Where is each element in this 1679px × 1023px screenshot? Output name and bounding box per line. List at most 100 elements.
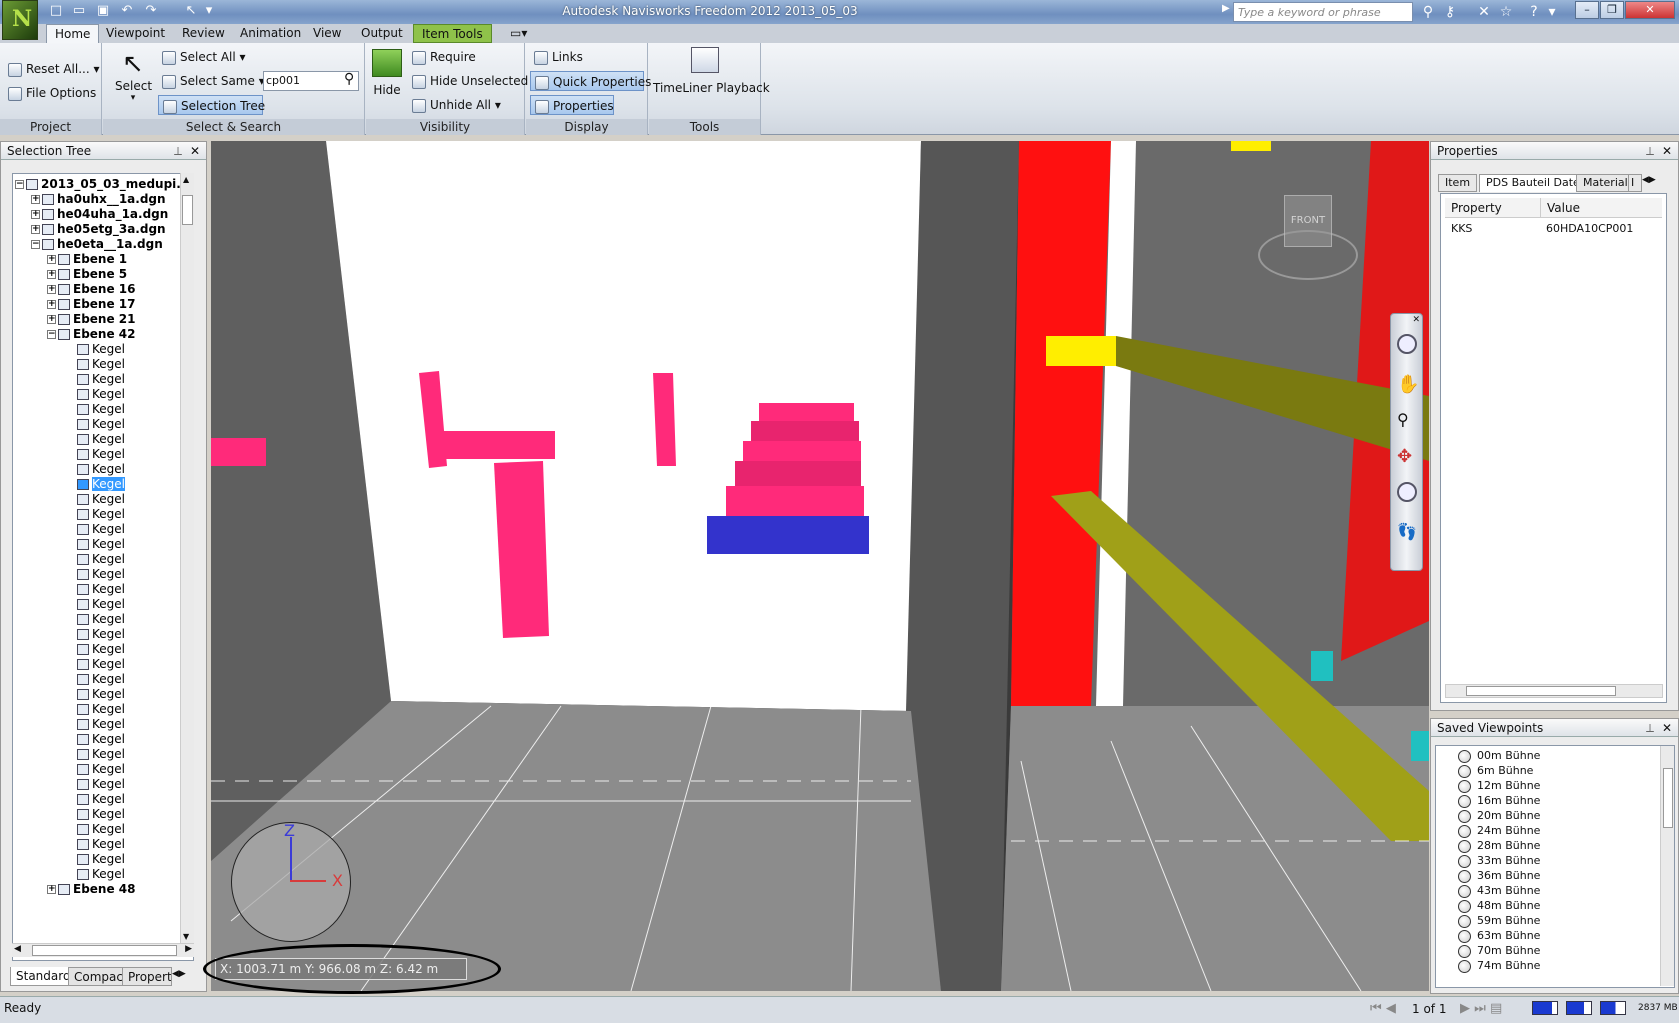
minimize-button[interactable]: –	[1575, 1, 1599, 19]
pin-icon[interactable]: ⟂	[1646, 719, 1654, 737]
expand-icon[interactable]: +	[47, 885, 56, 894]
tab-animation[interactable]: Animation	[232, 24, 309, 43]
tree-node-item[interactable]: Kegel	[77, 431, 125, 447]
tree-node-item[interactable]: Kegel	[77, 596, 125, 612]
tree-horizontal-scrollbar[interactable]: ◀ ▶	[12, 943, 194, 957]
tree-node-item[interactable]: Kegel	[77, 836, 125, 852]
hide-unselected-button[interactable]: Hide Unselected	[408, 71, 528, 91]
tree-node-item[interactable]: Kegel	[77, 491, 125, 507]
tree-node-item[interactable]: Kegel	[77, 671, 125, 687]
tree-node-item[interactable]: Kegel	[77, 401, 125, 417]
select-all-button[interactable]: Select All ▾	[158, 47, 246, 67]
tree-node-file[interactable]: + he05etg_3a.dgn	[31, 221, 166, 237]
tab-review[interactable]: Review	[174, 24, 233, 43]
tree-node-layer[interactable]: + Ebene 21	[47, 311, 135, 327]
tree-node-item[interactable]: Kegel	[77, 821, 125, 837]
hscroll-thumb[interactable]	[32, 945, 177, 956]
save-icon[interactable]: ▣	[94, 3, 112, 19]
tree-node-item[interactable]: Kegel	[77, 356, 125, 372]
tree-node-item[interactable]: Kegel	[77, 461, 125, 477]
tree-node-item[interactable]: Kegel	[77, 551, 125, 567]
viewpoint-item[interactable]: 28m Bühne	[1458, 838, 1540, 854]
collapse-icon[interactable]: −	[31, 240, 40, 249]
tree-node-item[interactable]: Kegel	[77, 626, 125, 642]
tab-scroll-arrows[interactable]: ◀▶	[172, 969, 186, 979]
expand-icon[interactable]: +	[47, 285, 56, 294]
tab-properties[interactable]: Properti	[122, 967, 172, 986]
expand-icon[interactable]: +	[47, 315, 56, 324]
tree-node-layer[interactable]: − Ebene 42	[47, 326, 135, 342]
tree-node-item[interactable]: Kegel	[77, 581, 125, 597]
tree-node-item[interactable]: Kegel	[77, 341, 125, 357]
next-last-sheet-icons[interactable]: ▶ ⏭ ▤	[1460, 1001, 1502, 1016]
navbar-close-icon[interactable]: ✕	[1412, 315, 1420, 325]
tab-more[interactable]: I	[1628, 174, 1642, 192]
scroll-thumb[interactable]	[182, 195, 193, 225]
tree-node-file[interactable]: − he0eta__1a.dgn	[31, 236, 163, 252]
tree-node-layer[interactable]: + Ebene 16	[47, 281, 135, 297]
tree-node-item[interactable]: Kegel	[77, 746, 125, 762]
tab-output[interactable]: Output	[353, 24, 411, 43]
viewpoint-item[interactable]: 16m Bühne	[1458, 793, 1540, 809]
viewpoint-item[interactable]: 48m Bühne	[1458, 898, 1540, 914]
quick-properties-button[interactable]: Quick Properties	[530, 71, 651, 91]
app-menu-button[interactable]: N	[2, 0, 38, 40]
viewpoint-item[interactable]: 33m Bühne	[1458, 853, 1540, 869]
tab-item-tools[interactable]: Item Tools	[413, 24, 492, 43]
viewpoint-item[interactable]: 20m Bühne	[1458, 808, 1540, 824]
select-button[interactable]: ↖ Select ▾	[115, 49, 152, 109]
properties-hscroll[interactable]	[1445, 684, 1663, 698]
close-panel-icon[interactable]: ✕	[1662, 142, 1672, 160]
require-button[interactable]: Require	[408, 47, 476, 67]
tree-node-item[interactable]: Kegel	[77, 446, 125, 462]
tree-node-item[interactable]: Kegel	[77, 716, 125, 732]
undo-icon[interactable]: ↶	[118, 3, 136, 19]
tree-node-item[interactable]: Kegel	[77, 506, 125, 522]
redo-icon[interactable]: ↷	[142, 3, 160, 19]
steering-wheel-icon[interactable]	[1397, 334, 1417, 354]
zoom-window-icon[interactable]: ⚲	[1397, 410, 1409, 429]
tree-node-item[interactable]: Kegel	[77, 701, 125, 717]
maximize-button[interactable]: ❐	[1600, 1, 1624, 19]
select-arrow-icon[interactable]: ↖	[182, 3, 200, 19]
viewpoint-item[interactable]: 70m Bühne	[1458, 943, 1540, 959]
links-button[interactable]: Links	[530, 47, 583, 67]
pin-icon[interactable]: ⟂	[1646, 142, 1654, 160]
tree-node-item[interactable]: Kegel	[77, 386, 125, 402]
viewpoint-item[interactable]: 12m Bühne	[1458, 778, 1540, 794]
help-search-input[interactable]: Type a keyword or phrase	[1233, 2, 1413, 22]
search-expand-icon[interactable]: ▶	[1222, 3, 1232, 21]
viewpoint-scrollbar[interactable]	[1660, 746, 1674, 986]
timeliner-playback-button[interactable]: TimeLiner Playback	[653, 47, 770, 103]
tree-node-file[interactable]: + he04uha_1a.dgn	[31, 206, 168, 222]
tree-node-item[interactable]: Kegel	[77, 371, 125, 387]
pan-hand-icon[interactable]: ✋	[1397, 374, 1419, 395]
help-dropdown-icon[interactable]: ▾	[1542, 3, 1562, 21]
tree-node-file[interactable]: + ha0uhx__1a.dgn	[31, 191, 166, 207]
exchange-icon[interactable]: ✕	[1474, 3, 1494, 21]
unhide-all-button[interactable]: Unhide All ▾	[408, 95, 501, 115]
expand-icon[interactable]: +	[47, 255, 56, 264]
expand-icon[interactable]: +	[47, 300, 56, 309]
hide-button[interactable]: Hide	[370, 49, 404, 109]
collapse-icon[interactable]: −	[15, 180, 24, 189]
tree-node-item[interactable]: Kegel	[77, 521, 125, 537]
tree-node-item[interactable]: Kegel	[77, 656, 125, 672]
help-icon[interactable]: ?	[1524, 3, 1544, 21]
file-options-button[interactable]: File Options	[4, 83, 96, 103]
open-file-icon[interactable]: ▭	[70, 3, 88, 19]
tree-node-item[interactable]: Kegel	[77, 476, 125, 492]
3d-viewport[interactable]	[211, 141, 1429, 991]
quick-find-icon[interactable]: ⚲	[344, 71, 354, 87]
pin-icon[interactable]: ⟂	[174, 142, 182, 160]
tree-node-item[interactable]: Kegel	[77, 776, 125, 792]
tab-viewpoint[interactable]: Viewpoint	[98, 24, 173, 43]
viewpoint-list[interactable]: 00m Bühne 6m Bühne 12m Bühne 16m Bühne 20m B…	[1435, 745, 1675, 988]
tree-node-item[interactable]: Kegel	[77, 806, 125, 822]
close-button[interactable]: ✕	[1625, 1, 1675, 19]
close-panel-icon[interactable]: ✕	[190, 142, 200, 160]
expand-icon[interactable]: +	[31, 210, 40, 219]
new-file-icon[interactable]: □	[47, 3, 65, 19]
tree-node-item[interactable]: Kegel	[77, 866, 125, 882]
tab-view[interactable]: View	[305, 24, 349, 43]
